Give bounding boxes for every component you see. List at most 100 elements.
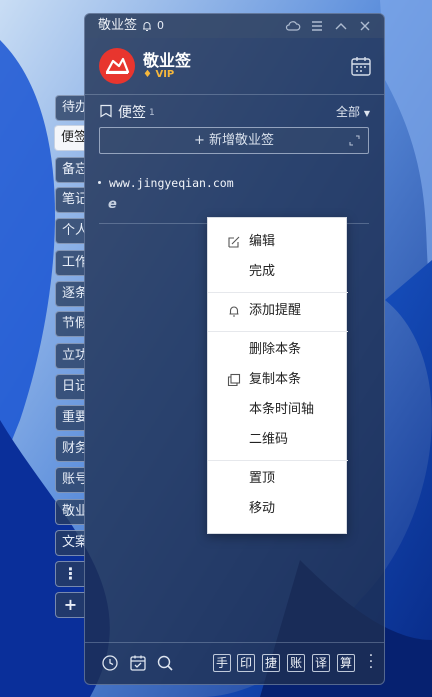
- filter-dropdown[interactable]: 全部 ▼: [336, 103, 370, 120]
- tab-label: 个人: [62, 223, 85, 238]
- bell-icon: [229, 306, 239, 317]
- note-bullet: [98, 181, 101, 184]
- menu-icon[interactable]: [309, 18, 325, 34]
- menu-item-label: 删除本条: [249, 342, 302, 357]
- tab-work[interactable]: 工作: [55, 250, 85, 276]
- menu-item-delete[interactable]: 删除本条: [208, 336, 348, 364]
- add-tab-button[interactable]: +: [55, 592, 85, 618]
- add-note-label: + 新增敬业签: [193, 133, 275, 148]
- menu-item-label: 二维码: [249, 432, 289, 447]
- app-name: 敬业签: [143, 51, 192, 70]
- menu-item-label: 置顶: [249, 471, 276, 486]
- tab-label: 财务: [62, 441, 85, 456]
- calendar-icon[interactable]: [350, 55, 372, 77]
- tab-label: 敬业: [62, 504, 85, 519]
- menu-item-label: 添加提醒: [249, 303, 302, 318]
- shortcut-button[interactable]: 捷: [262, 654, 280, 672]
- tab-holiday[interactable]: 节假: [55, 311, 85, 337]
- collapse-icon[interactable]: [333, 18, 349, 34]
- window-title: 敬业签: [98, 18, 138, 33]
- tab-label: 账号: [62, 472, 85, 487]
- translate-button[interactable]: 译: [312, 654, 330, 672]
- menu-item-qrcode[interactable]: 二维码: [208, 426, 348, 454]
- section-title: 便签: [118, 105, 146, 121]
- dropdown-arrow-icon: ▼: [363, 109, 370, 118]
- menu-item-timeline[interactable]: 本条时间轴: [208, 396, 348, 424]
- menu-separator: [208, 331, 348, 332]
- add-note-button[interactable]: + 新增敬业签: [99, 127, 369, 154]
- expand-icon[interactable]: [349, 135, 360, 146]
- menu-item-pin-top[interactable]: 置顶: [208, 465, 348, 493]
- tab-label: 逐条: [62, 286, 85, 301]
- tab-memo[interactable]: 备忘: [55, 157, 85, 183]
- tab-label: 立功: [62, 348, 85, 363]
- note-section-icon: [100, 104, 112, 118]
- menu-separator: [208, 292, 348, 293]
- menu-item-move[interactable]: 移动: [208, 495, 348, 523]
- menu-item-label: 本条时间轴: [249, 402, 315, 417]
- more-options-icon[interactable]: · · ·: [368, 649, 374, 675]
- menu-item-label: 移动: [249, 501, 276, 516]
- menu-item-copy[interactable]: 复制本条: [208, 366, 348, 394]
- check-calendar-icon[interactable]: [129, 654, 147, 672]
- tab-label: 待办: [62, 100, 85, 115]
- account-header: 敬业签 ♦ VIP: [85, 38, 384, 94]
- menu-item-edit[interactable]: 编辑: [208, 228, 348, 256]
- tab-label: 日记: [62, 379, 85, 394]
- search-icon[interactable]: [156, 654, 174, 672]
- cloud-sync-icon[interactable]: [285, 18, 301, 34]
- note-text: www.jingyeqian.com: [109, 176, 234, 190]
- ledger-button[interactable]: 账: [287, 654, 305, 672]
- tab-label: 节假: [62, 316, 85, 331]
- note-context-menu: 编辑 完成 添加提醒 删除本条 复制本条 本条时间轴 二维码 置顶 移动: [207, 217, 348, 534]
- bottom-toolbar: 手 印 捷 账 译 算 · · ·: [85, 649, 384, 675]
- plus-icon: +: [63, 595, 78, 614]
- tab-personal[interactable]: 个人: [55, 218, 85, 244]
- close-icon[interactable]: [357, 18, 373, 34]
- print-button[interactable]: 印: [237, 654, 255, 672]
- menu-item-complete[interactable]: 完成: [208, 258, 348, 286]
- menu-item-add-reminder[interactable]: 添加提醒: [208, 297, 348, 325]
- tab-jingye[interactable]: 敬业: [55, 499, 85, 525]
- menu-separator: [208, 460, 348, 461]
- more-vertical-icon: ⋮: [62, 564, 79, 583]
- clock-icon[interactable]: [101, 654, 119, 672]
- tab-finance[interactable]: 财务: [55, 436, 85, 462]
- menu-item-label: 编辑: [249, 234, 276, 249]
- menu-item-label: 完成: [249, 264, 276, 279]
- vip-badge[interactable]: ♦ VIP: [143, 69, 174, 80]
- tab-label: 笔记: [62, 192, 85, 207]
- tab-account[interactable]: 账号: [55, 467, 85, 493]
- ie-browser-icon[interactable]: e: [108, 197, 117, 212]
- app-logo[interactable]: [99, 48, 135, 84]
- tab-todo[interactable]: 待办: [55, 95, 85, 121]
- tab-notebook[interactable]: 笔记: [55, 187, 85, 213]
- vip-label: VIP: [155, 69, 175, 80]
- calculator-button[interactable]: 算: [337, 654, 355, 672]
- bell-icon[interactable]: [141, 20, 153, 32]
- tab-label: 重要: [62, 410, 85, 425]
- handwrite-button[interactable]: 手: [213, 654, 231, 672]
- footer-divider: [85, 642, 384, 643]
- reminder-count: 0: [157, 19, 164, 32]
- tab-notes[interactable]: 便签: [54, 125, 85, 151]
- tab-label: 备忘: [62, 162, 85, 177]
- tab-copywriting[interactable]: 文案: [55, 530, 85, 556]
- filter-label: 全部: [336, 105, 361, 119]
- edit-icon: [228, 236, 240, 248]
- tab-important[interactable]: 重要: [55, 405, 85, 431]
- more-tabs-button[interactable]: ⋮: [55, 561, 85, 587]
- tab-itemized[interactable]: 逐条: [55, 281, 85, 307]
- tab-diary[interactable]: 日记: [55, 374, 85, 400]
- section-header: 便签 1 全部 ▼: [85, 100, 384, 124]
- section-count: 1: [149, 108, 155, 118]
- logo-mark-icon: [105, 57, 130, 74]
- tab-label: 工作: [62, 255, 85, 270]
- tab-label: 便签: [61, 130, 85, 145]
- title-bar[interactable]: 敬业签 0: [85, 14, 384, 38]
- copy-icon: [227, 373, 241, 387]
- tab-merit[interactable]: 立功: [55, 343, 85, 369]
- header-divider: [85, 94, 384, 95]
- menu-item-label: 复制本条: [249, 372, 302, 387]
- tab-label: 文案: [62, 535, 85, 550]
